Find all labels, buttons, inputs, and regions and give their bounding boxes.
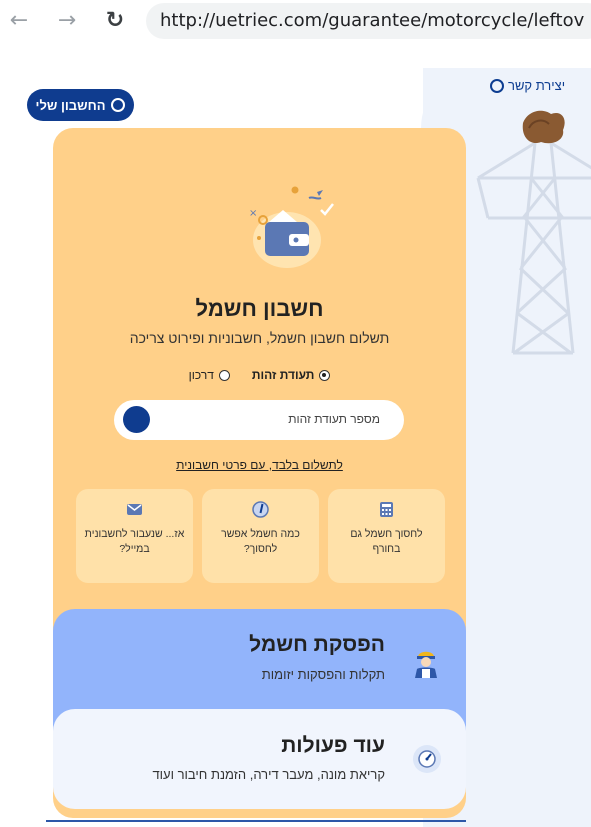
meter-icon (413, 745, 441, 773)
address-bar-url: http://uetriec.com/guarantee/motorcycle/… (160, 10, 585, 31)
pay-only-link[interactable]: לתשלום בלבד, עם פרטי חשבונית (53, 458, 466, 472)
my-account-label: החשבון שלי (35, 97, 106, 113)
back-arrow-icon[interactable]: ← (6, 8, 32, 34)
tile-email-invoice-label: אז... שנעבור לחשבונית במייל? (84, 528, 185, 555)
submit-circle-button[interactable] (123, 406, 150, 433)
more-actions-subtitle: קריאת מונה, מעבר דירה, הזמנת חיבור ועוד (152, 767, 385, 782)
forward-arrow-icon[interactable]: → (54, 8, 80, 34)
id-number-placeholder: מספר תעודת זהות (288, 412, 380, 426)
tips-tiles: לחסוך חשמל גם בחורף כמה חשמל אפשר לחסוך?… (75, 489, 445, 583)
radio-selected-icon (319, 369, 331, 381)
email-icon (127, 504, 142, 515)
contact-label: יצירת קשר (508, 78, 566, 93)
my-account-button[interactable]: החשבון שלי (27, 89, 134, 121)
reload-icon[interactable]: ↻ (102, 8, 128, 34)
radio-id-card-label: תעודת זהות (251, 368, 315, 382)
id-number-input[interactable]: מספר תעודת זהות (114, 400, 404, 440)
calculator-icon (380, 502, 393, 517)
radio-passport[interactable]: דרכון (189, 368, 230, 382)
wallet-illustration-icon: × (249, 186, 334, 268)
more-actions-card[interactable]: עוד פעולות קריאת מונה, מעבר דירה, הזמנת … (53, 709, 466, 809)
radio-id-card[interactable]: תעודת זהות (251, 368, 331, 382)
headset-icon (490, 78, 504, 93)
tile-how-much-save-label: כמה חשמל אפשר לחסוך? (221, 528, 300, 555)
tile-email-invoice[interactable]: אז... שנעבור לחשבונית במייל? (76, 489, 193, 583)
tile-winter-saving-label: לחסוך חשמל גם בחורף (350, 528, 423, 555)
more-actions-title: עוד פעולות (281, 734, 385, 757)
gauge-icon (252, 501, 269, 518)
technician-icon (415, 651, 437, 678)
outage-title: הפסקת חשמל (249, 633, 385, 656)
bill-title: חשבון חשמל (195, 296, 324, 321)
radio-passport-label: דרכון (188, 368, 214, 382)
bill-subtitle: תשלום חשבון חשמל, חשבוניות ופירוט צריכה (129, 330, 390, 346)
outage-subtitle: תקלות והפסקות יזומות (261, 667, 385, 682)
id-type-radio-group: תעודת זהות דרכון (53, 368, 466, 382)
bottom-divider (46, 820, 466, 822)
user-icon (111, 98, 126, 112)
tile-how-much-save[interactable]: כמה חשמל אפשר לחסוך? (202, 489, 319, 583)
browser-toolbar: ← → ↻ http://uetriec.com/guarantee/motor… (0, 0, 591, 44)
power-tower-illustration (476, 110, 591, 355)
radio-unselected-icon (218, 369, 230, 381)
address-bar[interactable]: http://uetriec.com/guarantee/motorcycle/… (146, 3, 591, 39)
svg-text:×: × (249, 208, 257, 219)
contact-link[interactable]: יצירת קשר (490, 78, 565, 93)
tile-winter-saving[interactable]: לחסוך חשמל גם בחורף (328, 489, 445, 583)
